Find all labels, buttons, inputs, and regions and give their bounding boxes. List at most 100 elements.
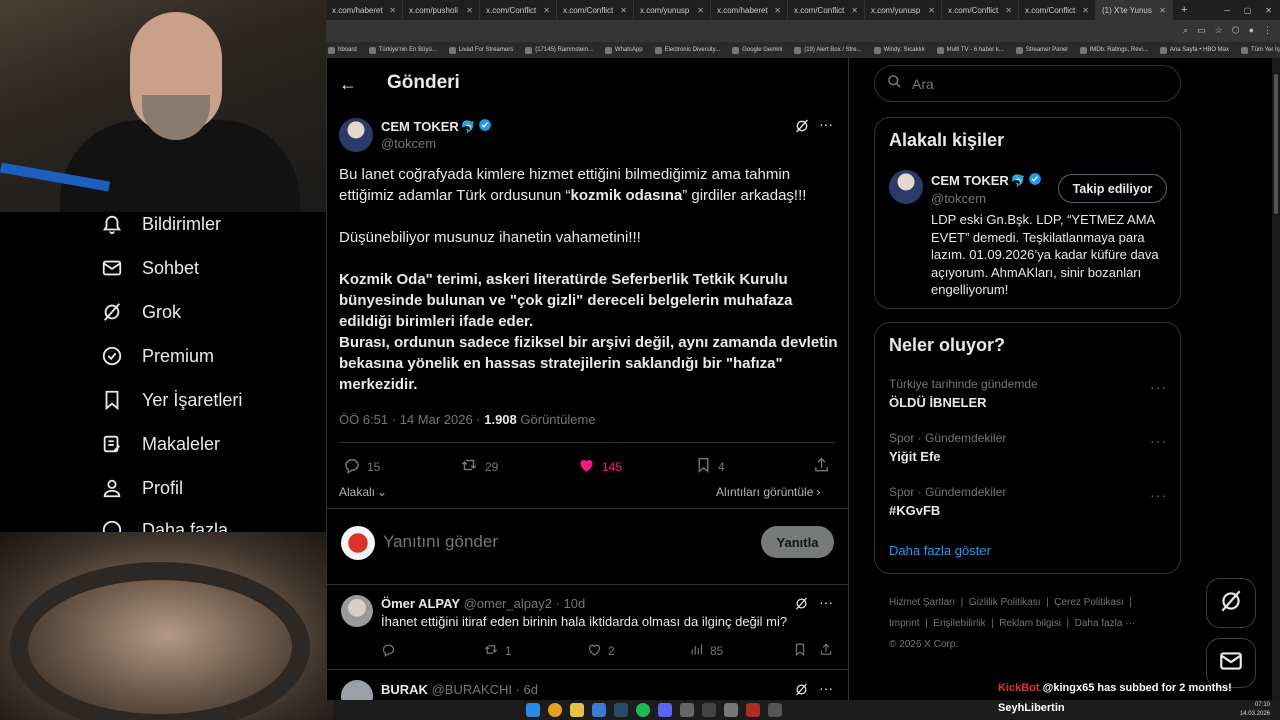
browser-tab[interactable]: x.com/pusholi ✕ bbox=[403, 0, 480, 20]
browser-tab-active[interactable]: (1) X'te Yunus ✕ bbox=[1096, 0, 1173, 20]
like-action[interactable]: 145 bbox=[577, 456, 622, 477]
footer-link[interactable]: Erişilebilirlik bbox=[933, 618, 985, 629]
folder-icon[interactable] bbox=[570, 703, 584, 717]
footer-link[interactable]: Hizmet Şartları bbox=[889, 597, 955, 608]
clock[interactable]: 07:10 14.03.2026 bbox=[1240, 701, 1270, 719]
reply-action[interactable]: 15 bbox=[343, 456, 380, 477]
user-avatar[interactable] bbox=[341, 526, 375, 560]
close-icon[interactable]: ✕ bbox=[389, 6, 396, 15]
share-icon[interactable] bbox=[813, 456, 830, 474]
steam-icon[interactable] bbox=[614, 703, 628, 717]
more-options-icon[interactable]: ··· bbox=[819, 116, 833, 132]
footer-link[interactable]: Reklam bilgisi bbox=[999, 618, 1061, 629]
close-icon[interactable]: ✕ bbox=[1159, 6, 1166, 15]
browser-tab[interactable]: x.com/yunusp ✕ bbox=[634, 0, 711, 20]
reply-handle[interactable]: @BURAKCHI · 6d bbox=[432, 682, 538, 697]
reply-author[interactable]: BURAK bbox=[381, 682, 428, 697]
app-icon[interactable] bbox=[592, 703, 606, 717]
app-icon[interactable] bbox=[680, 703, 694, 717]
chrome-icon[interactable] bbox=[548, 703, 562, 717]
browser-tab[interactable]: x.com/yunusp ✕ bbox=[865, 0, 942, 20]
close-icon[interactable]: ✕ bbox=[774, 6, 781, 15]
nav-articles[interactable]: Makaleler bbox=[100, 432, 220, 456]
nav-grok[interactable]: Grok bbox=[100, 300, 181, 324]
browser-tab[interactable]: x.com/haberet ✕ bbox=[711, 0, 788, 20]
reply-avatar[interactable] bbox=[341, 595, 373, 627]
app-icon[interactable] bbox=[768, 703, 782, 717]
spotify-icon[interactable] bbox=[636, 703, 650, 717]
close-icon[interactable]: ✕ bbox=[1005, 6, 1012, 15]
bookmark-item[interactable]: hboard bbox=[328, 46, 357, 54]
footer-link[interactable]: Gizlilik Politikası bbox=[969, 597, 1041, 608]
search-input[interactable]: Ara bbox=[912, 76, 934, 92]
reply-views-action[interactable]: 85 bbox=[689, 642, 723, 660]
nav-bookmarks[interactable]: Yer İşaretleri bbox=[100, 388, 242, 412]
trend-item[interactable]: Türkiye tarihinde gündemde ÖLDÜ İBNELER bbox=[889, 377, 1038, 410]
bookmark-item[interactable]: Multi TV - 6 haber k... bbox=[936, 46, 1004, 54]
reply-author[interactable]: Ömer ALPAY bbox=[381, 596, 460, 611]
trend-more-icon[interactable]: ··· bbox=[1150, 379, 1167, 395]
bookmark-item[interactable]: Streamer Panel bbox=[1015, 46, 1068, 54]
close-icon[interactable]: ✕ bbox=[543, 6, 550, 15]
reply-button[interactable]: Yanıtla bbox=[761, 526, 834, 558]
close-icon[interactable]: ✕ bbox=[851, 6, 858, 15]
address-bar[interactable]: ⌕ ▭ ☆ ⬡ ● ⋮ bbox=[326, 20, 1280, 42]
share-icon[interactable] bbox=[819, 642, 833, 662]
messages-float-button[interactable] bbox=[1206, 638, 1256, 688]
window-close-icon[interactable]: ✕ bbox=[1265, 6, 1272, 15]
following-button[interactable]: Takip ediliyor bbox=[1058, 174, 1167, 203]
minimize-icon[interactable]: ─ bbox=[1224, 6, 1230, 15]
bookmark-item[interactable]: Electronic Diversity... bbox=[654, 46, 720, 54]
reply-repost-action[interactable]: 1 bbox=[483, 642, 512, 660]
post-timestamp[interactable]: ÖÖ 6:51 · 14 Mar 2026 · bbox=[339, 412, 484, 427]
footer-link[interactable]: Çerez Politikası bbox=[1054, 597, 1123, 608]
windows-start-icon[interactable] bbox=[526, 703, 540, 717]
related-avatar[interactable] bbox=[889, 170, 923, 204]
author-name-row[interactable]: CEM TOKER 🐬 bbox=[381, 118, 492, 135]
trend-item[interactable]: Spor · Gündemdekiler #KGvFB bbox=[889, 485, 1006, 518]
trend-more-icon[interactable]: ··· bbox=[1150, 433, 1167, 449]
extension-icon[interactable]: ⬡ bbox=[1232, 25, 1240, 36]
close-icon[interactable]: ✕ bbox=[466, 6, 473, 15]
nav-notifications[interactable]: Bildirimler bbox=[100, 212, 221, 236]
star-icon[interactable]: ☆ bbox=[1215, 25, 1223, 36]
app-icon[interactable] bbox=[724, 703, 738, 717]
close-icon[interactable]: ✕ bbox=[928, 6, 935, 15]
grok-icon[interactable] bbox=[794, 596, 809, 616]
more-options-icon[interactable]: ··· bbox=[819, 594, 833, 610]
app-icon[interactable] bbox=[746, 703, 760, 717]
close-icon[interactable]: ✕ bbox=[620, 6, 627, 15]
bookmark-item[interactable]: Livad For Streamers bbox=[448, 46, 513, 54]
app-icon[interactable] bbox=[702, 703, 716, 717]
author-avatar[interactable] bbox=[339, 118, 373, 152]
reply-handle[interactable]: @omer_alpay2 · 10d bbox=[464, 596, 586, 611]
bookmark-item[interactable]: IMDb: Ratings, Revi... bbox=[1079, 46, 1148, 54]
browser-tab[interactable]: x.com/Conflict ✕ bbox=[1019, 0, 1096, 20]
menu-icon[interactable]: ⋮ bbox=[1263, 25, 1272, 36]
maximize-icon[interactable]: ▢ bbox=[1244, 6, 1252, 15]
bookmark-item[interactable]: Google Gemini bbox=[732, 46, 782, 54]
cast-icon[interactable]: ▭ bbox=[1197, 25, 1206, 36]
related-name-row[interactable]: CEM TOKER 🐬 bbox=[931, 172, 1042, 189]
trend-item[interactable]: Spor · Gündemdekiler Yiğit Efe bbox=[889, 431, 1006, 464]
sort-dropdown[interactable]: Alakalı ⌄ bbox=[339, 485, 387, 499]
nav-premium[interactable]: Premium bbox=[100, 344, 214, 368]
trend-more-icon[interactable]: ··· bbox=[1150, 487, 1167, 503]
view-quotes-link[interactable]: Alıntıları görüntüle › bbox=[716, 485, 820, 499]
show-more-link[interactable]: Daha fazla göster bbox=[889, 543, 991, 558]
grok-icon[interactable] bbox=[794, 118, 810, 139]
footer-link[interactable]: Imprint bbox=[889, 618, 920, 629]
more-options-icon[interactable]: ··· bbox=[819, 680, 833, 696]
browser-tab[interactable]: x.com/Conflict ✕ bbox=[480, 0, 557, 20]
browser-tab[interactable]: x.com/Conflict ✕ bbox=[942, 0, 1019, 20]
bookmark-item[interactable]: (17145) Rammstein... bbox=[525, 46, 593, 54]
bookmark-action[interactable]: 4 bbox=[695, 456, 725, 477]
browser-tab[interactable]: x.com/Conflict ✕ bbox=[557, 0, 634, 20]
reply-reply-action[interactable] bbox=[381, 642, 402, 660]
bookmark-item[interactable]: Windy: Sıcaklık bbox=[873, 46, 925, 54]
footer-link[interactable]: Daha fazla ··· bbox=[1075, 618, 1136, 629]
profile-icon[interactable]: ● bbox=[1249, 25, 1254, 36]
bookmark-icon[interactable] bbox=[793, 642, 807, 662]
author-handle[interactable]: @tokcem bbox=[381, 136, 436, 151]
grok-icon[interactable] bbox=[794, 682, 809, 700]
